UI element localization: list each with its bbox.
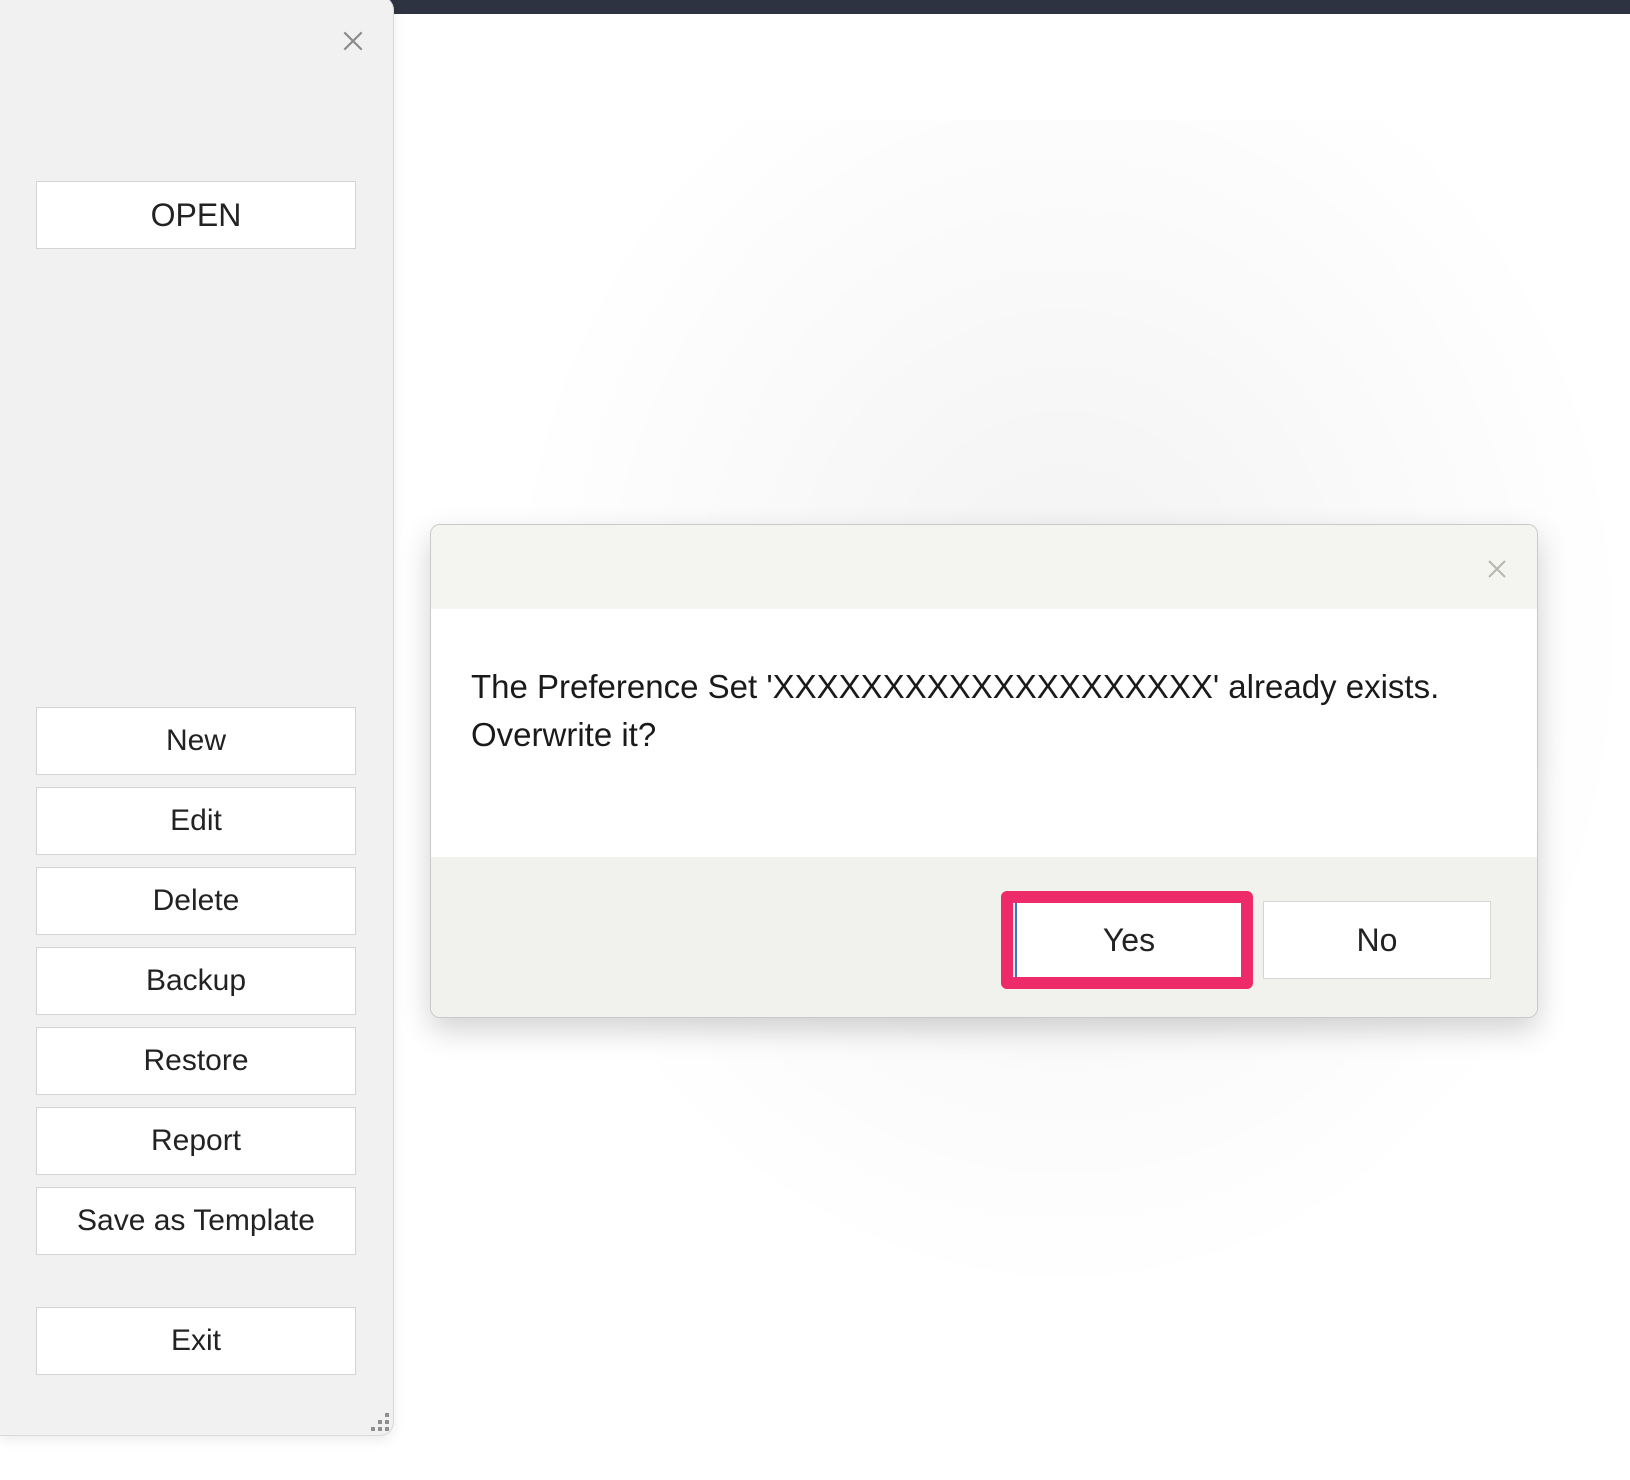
save-as-template-button[interactable]: Save as Template [36,1187,356,1255]
resize-grip-icon[interactable] [367,1409,389,1431]
new-button[interactable]: New [36,707,356,775]
dialog-footer: Yes No [431,857,1537,1017]
open-button[interactable]: OPEN [36,181,356,249]
report-button[interactable]: Report [36,1107,356,1175]
edit-button-label: Edit [170,804,222,838]
backup-button[interactable]: Backup [36,947,356,1015]
close-icon[interactable] [1477,549,1517,589]
exit-button[interactable]: Exit [36,1307,356,1375]
restore-button-label: Restore [143,1044,248,1078]
backup-button-label: Backup [146,964,246,998]
dialog-body: The Preference Set 'XXXXXXXXXXXXXXXXXXXX… [431,609,1537,857]
exit-button-label: Exit [171,1324,221,1358]
no-button[interactable]: No [1263,901,1491,979]
yes-button-label: Yes [1103,922,1155,959]
dialog-message-line1: The Preference Set 'XXXXXXXXXXXXXXXXXXXX… [471,663,1497,711]
overwrite-confirm-dialog: The Preference Set 'XXXXXXXXXXXXXXXXXXXX… [430,524,1538,1018]
edit-button[interactable]: Edit [36,787,356,855]
save-as-template-button-label: Save as Template [77,1204,315,1238]
open-button-label: OPEN [151,197,242,234]
sidebar-panel: OPEN New Edit Delete Backup Restore Repo… [0,0,394,1436]
no-button-label: No [1357,922,1398,959]
yes-button[interactable]: Yes [1015,901,1243,979]
restore-button[interactable]: Restore [36,1027,356,1095]
new-button-label: New [166,724,226,758]
delete-button[interactable]: Delete [36,867,356,935]
report-button-label: Report [151,1124,241,1158]
dialog-titlebar [431,525,1537,609]
close-icon[interactable] [331,19,375,63]
dialog-message-line2: Overwrite it? [471,711,1497,759]
delete-button-label: Delete [153,884,240,918]
